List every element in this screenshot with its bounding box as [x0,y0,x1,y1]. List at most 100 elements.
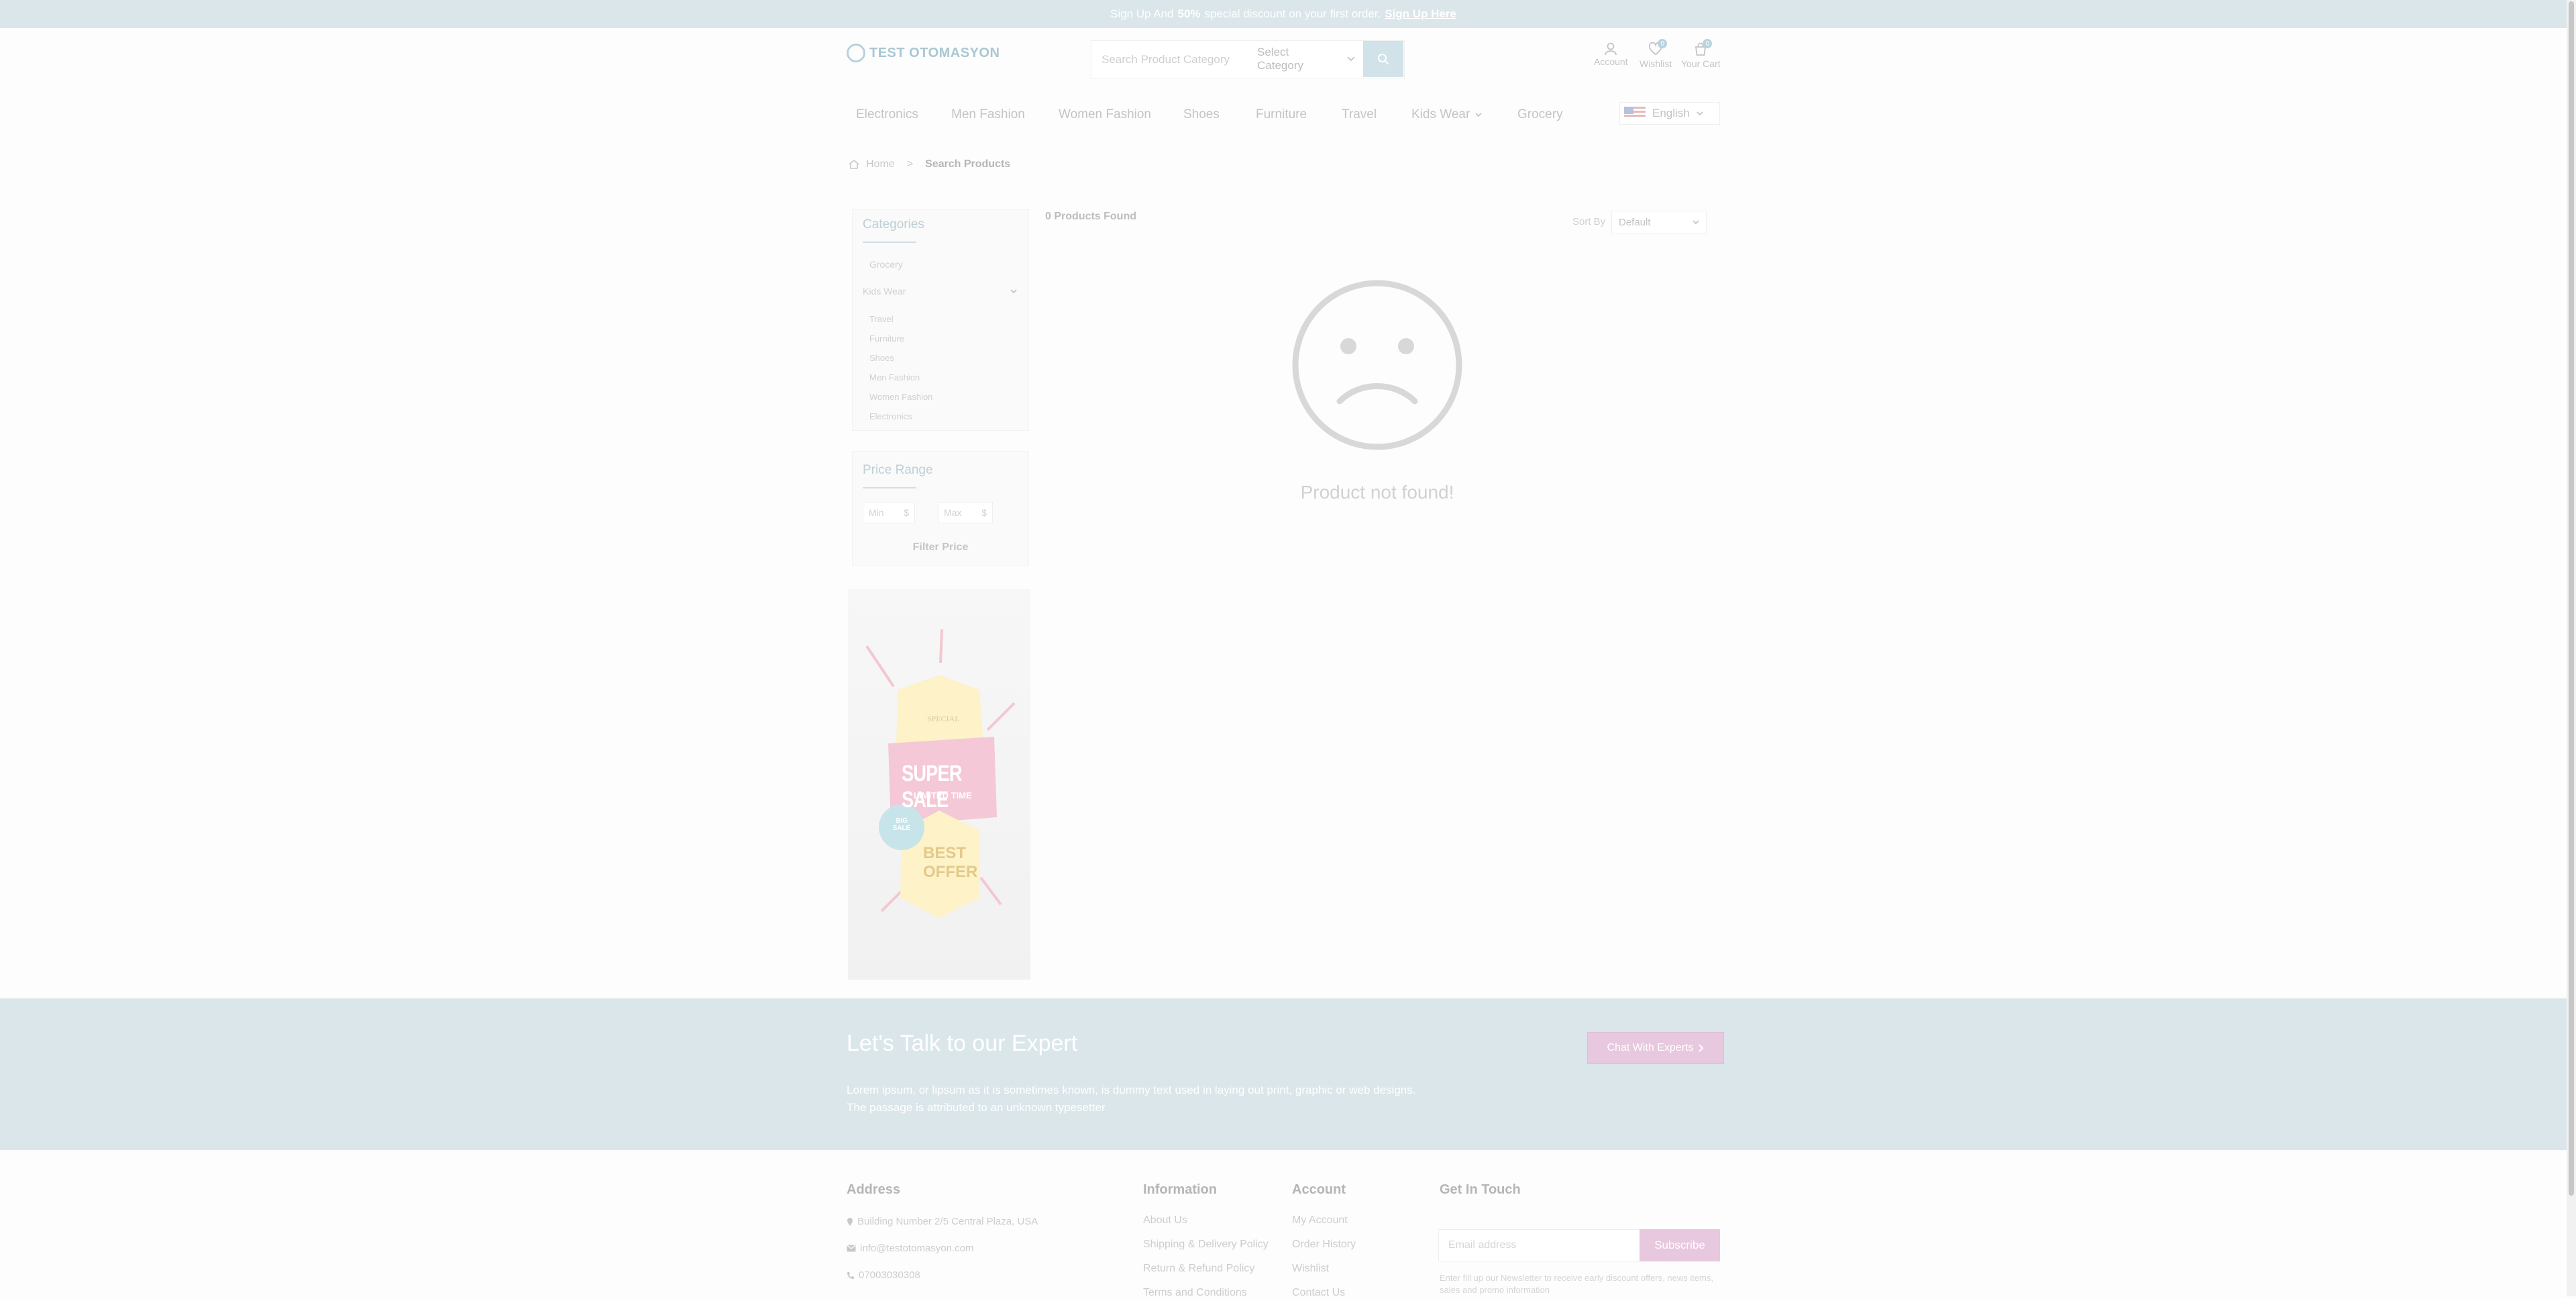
categories-title: Categories [863,217,924,231]
footer-link-shipping-policy[interactable]: Shipping & Delivery Policy [1143,1239,1269,1251]
chevron-down-icon [1693,219,1699,224]
footer-link-order-history[interactable]: Order History [1292,1239,1356,1251]
chevron-down-icon [1347,56,1355,62]
footer-link-contact-us[interactable]: Contact Us [1292,1287,1345,1299]
products-found-count: 0 Products Found [1045,211,1136,222]
expert-section [0,998,2567,1150]
breadcrumb-home[interactable]: Home [866,158,895,170]
cart-link[interactable]: 0 Your Cart [1681,39,1721,69]
footer-get-in-touch-title: Get In Touch [1440,1182,1521,1197]
filter-price-button[interactable]: Filter Price [863,534,1018,561]
breadcrumb-separator: > [906,158,914,170]
footer-address-text: Building Number 2/5 Central Plaza, USA [857,1216,1038,1227]
expert-title: Let's Talk to our Expert [847,1031,1078,1056]
newsletter-email-input[interactable] [1438,1229,1641,1261]
chevron-down-icon [1475,112,1482,117]
subcategory-item-women-fashion[interactable]: Women Fashion [869,392,932,402]
wishlist-count-badge: 0 [1658,39,1668,48]
account-link[interactable]: Account [1594,42,1628,67]
sad-face-icon [1292,280,1462,450]
category-kids-wear-label: Kids Wear [863,286,906,297]
nav-item-shoes[interactable]: Shoes [1183,107,1220,122]
category-item-kids-wear[interactable]: Kids Wear [863,286,1017,297]
categories-underline [863,242,916,243]
announcement-text-before: Sign Up And [1110,7,1174,20]
expert-text: Lorem ipsum, or lipsum as it is sometime… [847,1084,1416,1114]
nav-item-kids-wear[interactable]: Kids Wear [1411,107,1482,122]
footer-link-return-policy[interactable]: Return & Refund Policy [1143,1263,1254,1275]
search-button[interactable] [1363,41,1403,77]
footer-phone[interactable]: 07003030308 [847,1269,920,1281]
announcement-text-after: special discount on your first order. [1204,7,1381,20]
announcement-bar: Sign Up And 50% special discount on your… [0,0,2567,28]
footer-link-about-us[interactable]: About Us [1143,1214,1187,1227]
min-price-placeholder: Min [869,507,884,518]
product-not-found-message: Product not found! [1300,482,1454,503]
nav-item-kids-wear-label: Kids Wear [1411,107,1470,121]
wishlist-label: Wishlist [1640,58,1672,69]
nav-item-grocery[interactable]: Grocery [1517,107,1563,122]
footer-address-title: Address [847,1182,901,1197]
chevron-right-icon [1699,1044,1704,1052]
footer-account-title: Account [1292,1182,1346,1197]
min-price-currency: $ [904,507,909,518]
breadcrumb-current: Search Products [925,158,1011,170]
cart-count-badge: 0 [1703,39,1713,48]
nav-item-furniture[interactable]: Furniture [1256,107,1307,122]
footer-link-my-account[interactable]: My Account [1292,1214,1348,1227]
mail-icon [847,1245,856,1252]
logo-icon [847,44,865,62]
chevron-down-icon [1697,111,1703,115]
sort-select-value: Default [1619,216,1651,228]
site-logo[interactable]: TEST OTOMASYON [847,42,1000,64]
nav-item-electronics[interactable]: Electronics [856,107,918,122]
scrollbar-thumb[interactable] [2569,1,2574,1196]
footer-link-terms[interactable]: Terms and Conditions [1143,1287,1247,1299]
footer-address: Building Number 2/5 Central Plaza, USA [847,1216,1038,1227]
footer-email[interactable]: info@testotomasyon.com [847,1243,973,1254]
footer-email-text: info@testotomasyon.com [860,1243,974,1254]
super-sale-banner[interactable]: SPECIAL SUPER SALE LIMITED TIME BIG SALE… [848,589,1030,980]
footer-link-wishlist[interactable]: Wishlist [1292,1263,1329,1275]
announcement-discount: 50% [1177,7,1201,20]
max-price-input[interactable]: Max $ [938,502,993,523]
search-icon [1378,54,1389,65]
subcategory-item-travel[interactable]: Travel [869,314,894,324]
max-price-placeholder: Max [944,507,962,518]
us-flag-icon [1624,107,1646,120]
banner-limited-text: LIMITED TIME [914,790,972,800]
sort-select[interactable]: Default [1611,211,1707,233]
chat-button-label: Chat With Experts [1607,1042,1694,1053]
subcategory-item-furniture[interactable]: Furniture [869,333,904,344]
category-item-grocery[interactable]: Grocery [869,259,903,270]
min-price-input[interactable]: Min $ [863,502,915,523]
cart-label: Your Cart [1681,58,1721,69]
subcategory-item-men-fashion[interactable]: Men Fashion [869,372,920,382]
banner-badge-text: BIG SALE [892,817,911,832]
logo-text: TEST OTOMASYON [869,45,1000,60]
nav-item-men-fashion[interactable]: Men Fashion [951,107,1025,122]
footer-information-title: Information [1143,1182,1217,1197]
banner-top-text: SPECIAL [927,714,960,723]
nav-item-women-fashion[interactable]: Women Fashion [1059,107,1151,122]
home-icon [849,160,859,169]
wishlist-link[interactable]: 0 Wishlist [1640,39,1672,69]
search-input[interactable] [1100,47,1244,72]
subcategory-item-shoes[interactable]: Shoes [869,353,894,363]
account-label: Account [1594,56,1628,67]
banner-sale-text: SUPER SALE [902,761,963,813]
language-select[interactable]: English [1619,102,1720,125]
newsletter-note: Enter fill up our Newsletter to receive … [1440,1273,1713,1295]
subscribe-button[interactable]: Subscribe [1640,1229,1720,1261]
map-pin-icon [847,1217,853,1226]
price-range-title: Price Range [863,463,933,477]
language-value: English [1652,107,1690,119]
subcategory-item-electronics[interactable]: Electronics [869,411,912,421]
category-select[interactable]: Select Category [1257,46,1355,72]
chat-with-experts-button[interactable]: Chat With Experts [1587,1032,1724,1064]
nav-item-travel[interactable]: Travel [1342,107,1377,122]
user-icon [1605,42,1617,56]
sort-by-label: Sort By [1572,216,1606,227]
footer-phone-text: 07003030308 [859,1269,920,1281]
signup-link[interactable]: Sign Up Here [1385,7,1456,21]
